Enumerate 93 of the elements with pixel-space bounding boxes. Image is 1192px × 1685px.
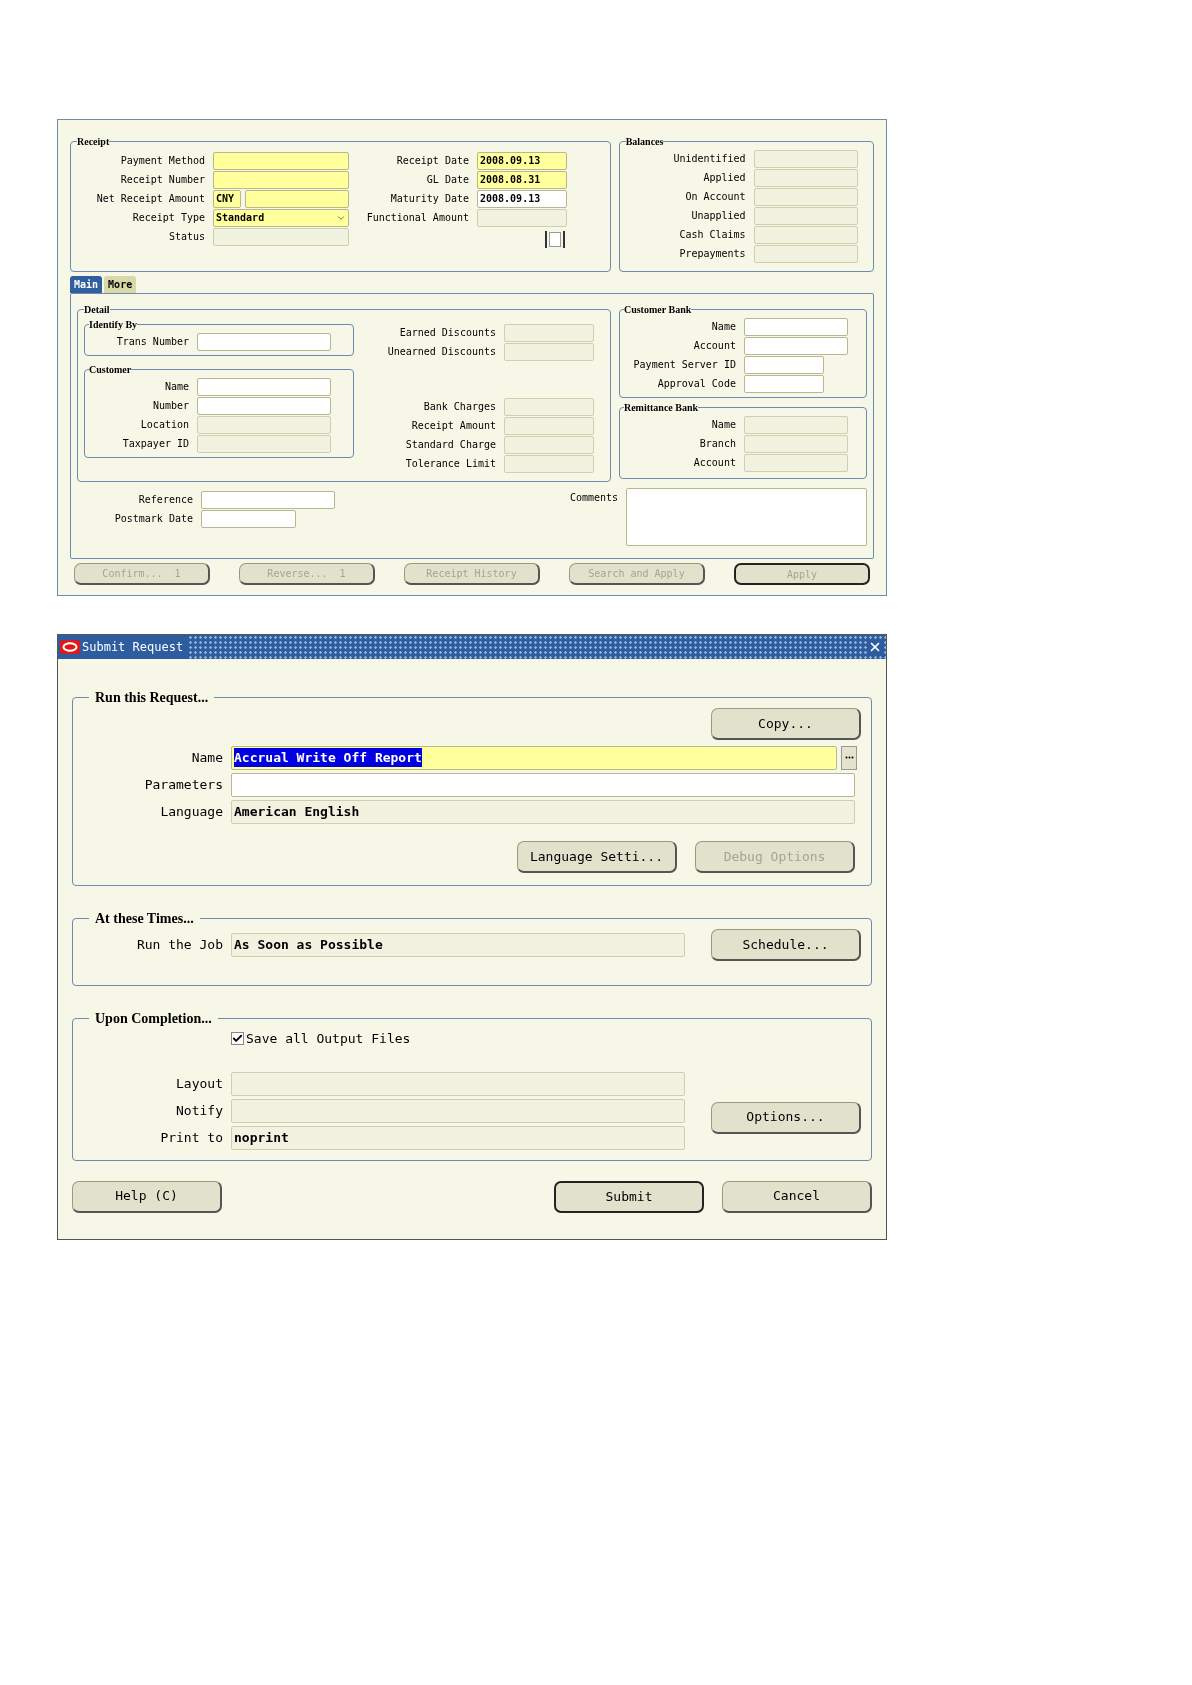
field-label: Cash Claims: [678, 228, 746, 242]
button[interactable]: Copy...: [711, 708, 861, 740]
field-label: Applied: [702, 171, 746, 185]
field-label: Reference: [137, 493, 193, 507]
button[interactable]: Options...: [711, 1101, 861, 1134]
field-label: Account: [692, 456, 736, 470]
field-label: Layout: [175, 1075, 223, 1094]
button[interactable]: Submit: [554, 1180, 704, 1213]
field-label: Standard Charge: [404, 438, 496, 452]
group-title: Upon Completion...: [94, 1010, 213, 1028]
input-field[interactable]: [197, 377, 331, 396]
currency-field[interactable]: CNY: [213, 189, 241, 208]
field-label: Run the Job: [135, 936, 223, 955]
field-label: Receipt Type: [131, 211, 205, 225]
tab[interactable]: More: [104, 276, 137, 293]
app-logo-icon: [60, 640, 80, 654]
input-field: noprint: [231, 1126, 685, 1150]
field-label: Trans Number: [115, 335, 189, 349]
input-field: American English: [231, 799, 855, 824]
field-label: Comments: [568, 491, 619, 505]
field-label: Status: [167, 230, 205, 244]
input-field[interactable]: 2008.08.31: [477, 170, 567, 189]
field-label: Name: [163, 380, 189, 394]
button[interactable]: Cancel: [722, 1180, 872, 1213]
input-field[interactable]: [201, 490, 335, 509]
checkbox[interactable]: [549, 232, 561, 247]
input-field[interactable]: [743, 355, 824, 374]
input-field[interactable]: [201, 509, 296, 528]
input-field[interactable]: [743, 374, 824, 393]
field-label: Account: [692, 339, 736, 353]
field-label: Name: [710, 320, 736, 334]
field-label: Name: [190, 748, 223, 767]
window-title: Submit Request: [82, 639, 184, 656]
group-title: Receipt: [77, 135, 110, 149]
field-label: Postmark Date: [113, 512, 193, 526]
input-field[interactable]: [213, 151, 349, 170]
field-label: Maturity Date: [389, 192, 469, 206]
group-title: Detail: [84, 303, 110, 317]
input-field[interactable]: [743, 317, 848, 336]
field-label: Receipt Date: [395, 154, 469, 168]
field-label: Net Receipt Amount: [95, 192, 205, 206]
group-title: Run this Request...: [94, 689, 210, 707]
field-label: Number: [151, 399, 189, 413]
field-label: Tolerance Limit: [404, 457, 496, 471]
button[interactable]: Schedule...: [711, 929, 861, 961]
close-icon[interactable]: [868, 640, 882, 654]
input-field[interactable]: [213, 170, 349, 189]
comments-field[interactable]: [626, 488, 867, 546]
list-of-values-button[interactable]: [841, 745, 857, 770]
input-field[interactable]: [231, 772, 855, 797]
field-label: Receipt Number: [119, 173, 205, 187]
group-title: Identify By: [89, 318, 138, 332]
field-label: Print to: [159, 1129, 223, 1148]
field-label: Functional Amount: [365, 211, 469, 225]
input-field[interactable]: [197, 332, 331, 351]
field-label: Taxpayer ID: [121, 437, 189, 451]
field-label: Approval Code: [656, 377, 736, 391]
group-title: Remittance Bank: [623, 401, 699, 415]
field-label: Unapplied: [690, 209, 746, 223]
group-title: Customer Bank: [623, 303, 692, 317]
field-label: Unearned Discounts: [386, 345, 496, 359]
button[interactable]: Help (C): [72, 1180, 222, 1213]
field-label: Prepayments: [678, 247, 746, 261]
field-label: Notify: [175, 1102, 223, 1121]
field-label: Unidentified: [672, 152, 746, 166]
input-field[interactable]: [245, 189, 349, 208]
input-field[interactable]: [197, 396, 331, 415]
ellipsis-icon: [844, 756, 854, 759]
dropdown-field[interactable]: Standard: [213, 208, 349, 227]
input-field: As Soon as Possible: [231, 933, 685, 957]
field-label: Bank Charges: [422, 400, 496, 414]
group-title: Balances: [625, 135, 664, 149]
input-field[interactable]: 2008.09.13: [477, 189, 567, 208]
input-field[interactable]: 2008.09.13: [477, 151, 567, 170]
field-label: Parameters: [143, 775, 223, 794]
group-title: Customer: [89, 363, 132, 377]
field-label: Name: [710, 418, 736, 432]
field-label: On Account: [684, 190, 746, 204]
tab[interactable]: Main: [70, 276, 103, 293]
group-title: At these Times...: [94, 910, 195, 928]
field-label: Branch: [698, 437, 736, 451]
field-label: Location: [139, 418, 189, 432]
input-field[interactable]: [743, 336, 848, 355]
checkbox[interactable]: [231, 1032, 244, 1046]
field-label: Payment Server ID: [632, 358, 736, 372]
button[interactable]: Language Setti...: [517, 841, 677, 873]
checkbox-label: Save all Output Files: [246, 1030, 411, 1048]
field-label: Payment Method: [119, 154, 205, 168]
field-label: Receipt Amount: [410, 419, 496, 433]
field-label: GL Date: [425, 173, 469, 187]
field-label: Earned Discounts: [398, 326, 496, 340]
field-label: Language: [159, 802, 223, 821]
input-field[interactable]: Accrual Write Off Report: [231, 745, 837, 770]
